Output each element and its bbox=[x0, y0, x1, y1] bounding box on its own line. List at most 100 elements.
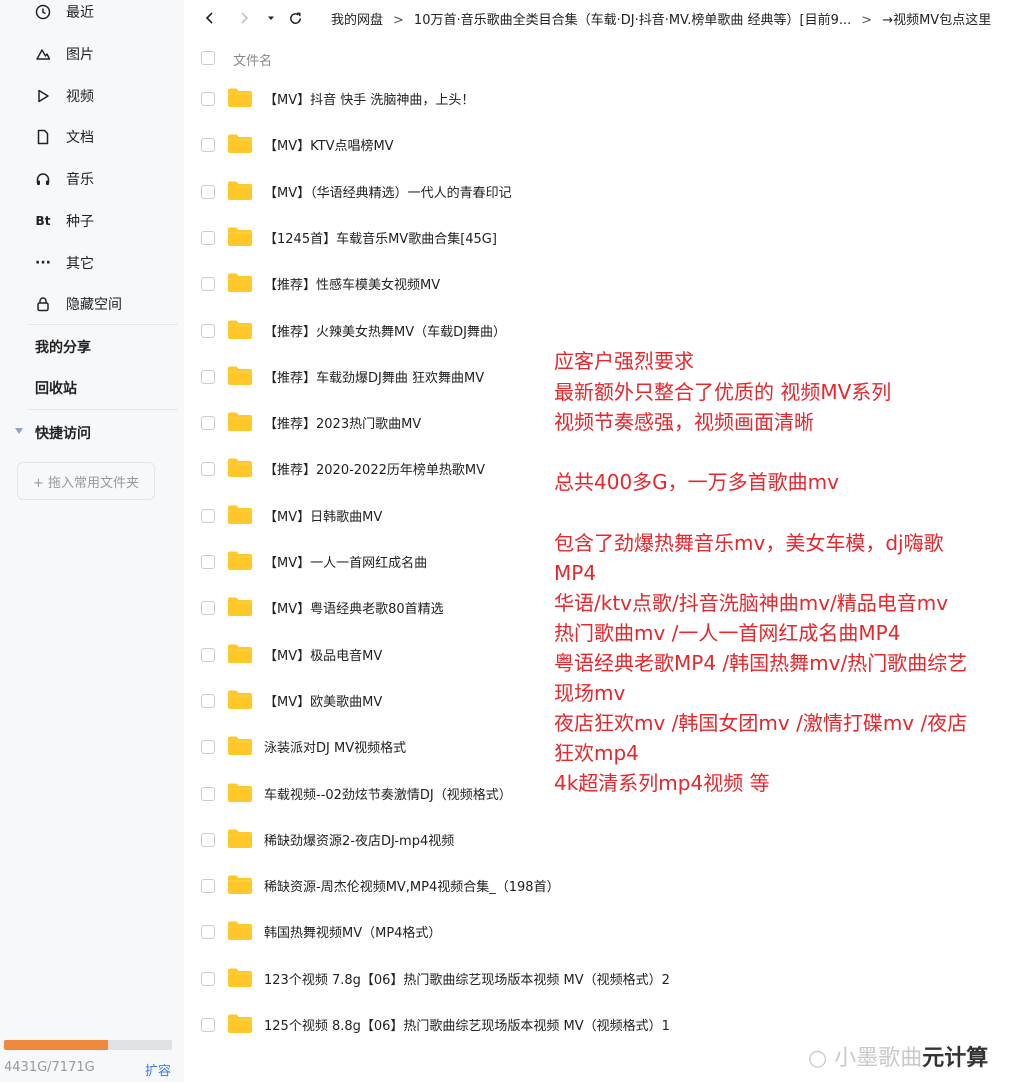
file-row[interactable]: 【MV】（华语经典精选）一代人的青春印记 bbox=[184, 169, 1024, 215]
file-name[interactable]: 【MV】KTV点唱榜MV bbox=[264, 135, 394, 154]
annotation-line: 粤语经典老歌MP4 /韩国热舞mv/热门歌曲综艺 bbox=[554, 651, 968, 675]
forward-button[interactable] bbox=[234, 8, 254, 28]
sidebar-item-documents[interactable]: 文档 bbox=[0, 121, 184, 153]
row-checkbox[interactable] bbox=[201, 416, 215, 431]
file-name[interactable]: 【MV】日韩歌曲MV bbox=[264, 506, 382, 525]
folder-icon bbox=[228, 690, 252, 709]
sidebar-item-label: 最近 bbox=[66, 5, 94, 21]
breadcrumb-item[interactable]: 我的网盘 bbox=[331, 9, 383, 28]
folder-icon bbox=[228, 366, 252, 385]
file-name[interactable]: 【MV】一人一首网红成名曲 bbox=[264, 552, 427, 571]
folder-icon bbox=[228, 875, 252, 895]
select-all-checkbox[interactable] bbox=[201, 51, 215, 65]
file-row[interactable]: 【MV】KTV点唱榜MV bbox=[184, 122, 1024, 168]
row-checkbox[interactable] bbox=[201, 971, 215, 986]
refresh-button[interactable] bbox=[285, 8, 305, 28]
row-checkbox[interactable] bbox=[201, 786, 215, 801]
file-name[interactable]: 【推荐】性感车模美女视频MV bbox=[264, 274, 440, 293]
sidebar-item-torrents[interactable]: Bt 种子 bbox=[0, 205, 184, 237]
file-list-header: 文件名 bbox=[184, 44, 1024, 72]
sidebar-divider bbox=[28, 409, 178, 410]
folder-icon bbox=[228, 181, 252, 200]
file-name[interactable]: 123个视频 7.8g【06】热门歌曲综艺现场版本视频 MV（视频格式）2 bbox=[264, 969, 670, 988]
breadcrumb-item[interactable]: 10万首·音乐歌曲全类目合集（车载·DJ·抖音·MV.榜单歌曲 经典等）[目前9… bbox=[414, 9, 851, 28]
more-icon: ··· bbox=[35, 255, 51, 271]
file-name[interactable]: 车载视频--02劲炫节奏激情DJ（视频格式） bbox=[264, 784, 512, 803]
row-checkbox[interactable] bbox=[201, 740, 215, 755]
caret-down-icon bbox=[268, 16, 274, 20]
breadcrumb-item-current[interactable]: →视频MV包点这里 bbox=[882, 9, 991, 28]
file-name[interactable]: 【MV】欧美歌曲MV bbox=[264, 691, 382, 710]
file-name[interactable]: 【1245首】车载音乐MV歌曲合集[45G] bbox=[264, 228, 497, 247]
folder-icon bbox=[228, 134, 252, 154]
file-row[interactable]: 【推荐】性感车模美女视频MV bbox=[184, 261, 1024, 307]
file-name[interactable]: 【推荐】火辣美女热舞MV（车载DJ舞曲） bbox=[264, 321, 506, 340]
back-button[interactable] bbox=[200, 8, 220, 28]
file-name[interactable]: 【MV】抖音 快手 洗脑神曲，上头！ bbox=[264, 89, 474, 108]
folder-icon bbox=[228, 412, 252, 432]
file-name[interactable]: 【推荐】车载劲爆DJ舞曲 狂欢舞曲MV bbox=[264, 367, 484, 386]
sidebar-item-videos[interactable]: 视频 bbox=[0, 80, 184, 112]
expand-storage-link[interactable]: 扩容 bbox=[145, 1060, 171, 1079]
file-row[interactable]: 【1245首】车载音乐MV歌曲合集[45G] bbox=[184, 215, 1024, 261]
folder-icon bbox=[228, 505, 252, 524]
row-checkbox[interactable] bbox=[201, 92, 215, 106]
sidebar-item-music[interactable]: 音乐 bbox=[0, 163, 184, 195]
breadcrumb-separator-icon: > bbox=[861, 13, 873, 28]
folder-icon bbox=[228, 968, 252, 987]
annotation-line: MP4 bbox=[554, 561, 597, 585]
row-checkbox[interactable] bbox=[201, 555, 215, 569]
row-checkbox[interactable] bbox=[201, 138, 215, 153]
folder-icon bbox=[228, 551, 252, 570]
folder-icon bbox=[228, 783, 252, 802]
file-name[interactable]: 稀缺资源-周杰伦视频MV,MP4视频合集_（198首） bbox=[264, 876, 560, 895]
column-header-filename[interactable]: 文件名 bbox=[233, 50, 272, 69]
recycle-bin-link[interactable]: 回收站 bbox=[35, 378, 77, 398]
folder-icon bbox=[228, 1014, 252, 1033]
folder-icon bbox=[228, 227, 252, 246]
sidebar-item-others[interactable]: ··· 其它 bbox=[0, 247, 184, 279]
toolbar: 我的网盘 >10万首·音乐歌曲全类目合集（车载·DJ·抖音·MV.榜单歌曲 经典等… bbox=[184, 0, 1024, 36]
row-checkbox[interactable] bbox=[201, 601, 215, 616]
folder-icon bbox=[228, 736, 252, 756]
file-row[interactable]: 稀缺资源-周杰伦视频MV,MP4视频合集_（198首） bbox=[184, 863, 1024, 909]
row-checkbox[interactable] bbox=[201, 462, 215, 477]
sidebar-item-label: 其它 bbox=[66, 256, 94, 272]
sidebar-item-images[interactable]: 图片 bbox=[0, 38, 184, 70]
sidebar-item-hidden-space[interactable]: 隐藏空间 bbox=[0, 288, 184, 320]
file-name[interactable]: 韩国热舞视频MV（MP4格式） bbox=[264, 922, 441, 941]
my-share-link[interactable]: 我的分享 bbox=[35, 337, 91, 357]
row-checkbox[interactable] bbox=[201, 184, 215, 199]
row-checkbox[interactable] bbox=[201, 369, 215, 384]
row-checkbox[interactable] bbox=[201, 879, 215, 894]
file-name[interactable]: 【推荐】2020-2022历年榜单热歌MV bbox=[264, 459, 485, 478]
row-checkbox[interactable] bbox=[201, 1018, 215, 1032]
row-checkbox[interactable] bbox=[201, 647, 215, 662]
file-row[interactable]: 韩国热舞视频MV（MP4格式） bbox=[184, 909, 1024, 955]
file-row[interactable]: 123个视频 7.8g【06】热门歌曲综艺现场版本视频 MV（视频格式）2 bbox=[184, 956, 1024, 1002]
quick-access-toggle[interactable]: 快捷访问 bbox=[35, 423, 91, 443]
row-checkbox[interactable] bbox=[201, 832, 215, 847]
document-icon bbox=[34, 128, 52, 146]
file-name[interactable]: 【MV】（华语经典精选）一代人的青春印记 bbox=[264, 182, 512, 201]
file-name[interactable]: 【MV】粤语经典老歌80首精选 bbox=[264, 598, 444, 617]
file-row[interactable]: 【MV】抖音 快手 洗脑神曲，上头！ bbox=[184, 76, 1024, 122]
sidebar-divider bbox=[28, 324, 178, 325]
row-checkbox[interactable] bbox=[201, 230, 215, 245]
row-checkbox[interactable] bbox=[201, 693, 215, 708]
sidebar-item-recent[interactable]: 最近 bbox=[0, 0, 184, 28]
storage-progress-fill bbox=[4, 1040, 108, 1050]
file-name[interactable]: 【MV】极品电音MV bbox=[264, 645, 382, 664]
file-name[interactable]: 泳装派对DJ MV视频格式 bbox=[264, 737, 406, 756]
file-name[interactable]: 稀缺劲爆资源2-夜店DJ-mp4视频 bbox=[264, 830, 454, 849]
history-dropdown-button[interactable] bbox=[261, 8, 281, 28]
row-checkbox[interactable] bbox=[201, 925, 215, 940]
row-checkbox[interactable] bbox=[201, 277, 215, 292]
row-checkbox[interactable] bbox=[201, 508, 215, 523]
add-common-folder-dropzone[interactable]: + 拖入常用文件夹 bbox=[17, 462, 155, 500]
file-row[interactable]: 稀缺劲爆资源2-夜店DJ-mp4视频 bbox=[184, 817, 1024, 863]
file-name[interactable]: 125个视频 8.8g【06】热门歌曲综艺现场版本视频 MV（视频格式）1 bbox=[264, 1015, 670, 1034]
file-name[interactable]: 【推荐】2023热门歌曲MV bbox=[264, 413, 421, 432]
caret-down-icon[interactable] bbox=[15, 428, 23, 434]
row-checkbox[interactable] bbox=[201, 323, 215, 338]
